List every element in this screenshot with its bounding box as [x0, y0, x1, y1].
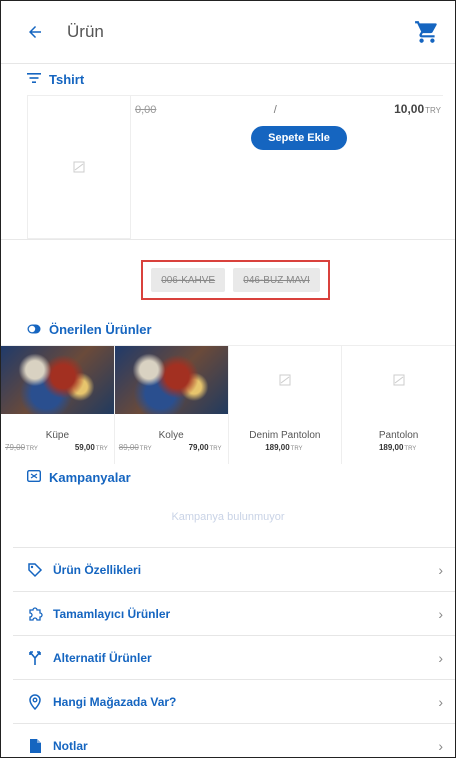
- chevron-right-icon: ›: [438, 605, 443, 622]
- artwork-image: [1, 346, 114, 414]
- product-thumbnail: [229, 346, 342, 414]
- suggested-item-name: Kolye: [158, 430, 184, 441]
- menu-label: Hangi Mağazada Var?: [53, 694, 177, 709]
- chevron-right-icon: ›: [438, 737, 443, 754]
- page-title: Ürün: [67, 22, 104, 41]
- campaigns-section-header: Kampanyalar: [1, 464, 455, 493]
- chevron-right-icon: ›: [438, 649, 443, 666]
- image-placeholder-icon: [279, 374, 291, 386]
- suggested-item[interactable]: Kolye 89,00TRY 79,00TRY: [114, 346, 229, 464]
- campaigns-empty-message: Kampanya bulunmuyor: [171, 511, 285, 523]
- menu-item-product-features[interactable]: Ürün Özellikleri ›: [13, 548, 455, 592]
- price-separator: /: [273, 104, 277, 116]
- image-placeholder-icon: [73, 161, 85, 173]
- menu-item-notes[interactable]: Notlar ›: [13, 724, 455, 757]
- product-name: Tshirt: [49, 72, 85, 87]
- filter-icon: [27, 72, 41, 87]
- variant-chip[interactable]: 006-KAHVE: [151, 268, 226, 292]
- variant-chip[interactable]: 046-BUZ MAVI: [233, 268, 320, 292]
- suggested-item[interactable]: Denim Pantolon 189,00TRY: [229, 346, 343, 464]
- product-section-header[interactable]: Tshirt: [1, 64, 455, 95]
- suggested-item-name: Küpe: [45, 430, 70, 441]
- price-line: 0,00 / 10,00TRY: [131, 96, 443, 116]
- location-pin-icon: [29, 693, 41, 710]
- product-thumbnail: [342, 346, 455, 414]
- tag-icon: [28, 562, 43, 577]
- note-icon: [30, 738, 41, 753]
- current-price: 10,00TRY: [394, 102, 441, 116]
- menu-item-alternative-products[interactable]: Alternatif Ürünler ›: [13, 636, 455, 680]
- suggested-title: Önerilen Ürünler: [49, 322, 152, 337]
- product-thumbnail: [114, 346, 228, 414]
- menu-label: Alternatif Ürünler: [53, 650, 152, 665]
- variant-selector: 006-KAHVE 046-BUZ MAVI: [141, 260, 330, 300]
- suggested-item[interactable]: Küpe 79,00TRY 59,00TRY: [1, 346, 115, 464]
- variants-area: 006-KAHVE 046-BUZ MAVI: [1, 239, 455, 314]
- suggested-products: Küpe 79,00TRY 59,00TRY Kolye 89,00TRY 79…: [1, 345, 455, 464]
- product-thumbnail: [1, 346, 114, 414]
- menu-item-store-availability[interactable]: Hangi Mağazada Var? ›: [13, 680, 455, 724]
- suggested-item-name: Denim Pantolon: [249, 430, 321, 441]
- menu-label: Notlar: [53, 738, 88, 753]
- puzzle-icon: [29, 606, 43, 621]
- toggle-icon: [27, 322, 41, 337]
- artwork-image: [114, 346, 228, 414]
- detail-menu: Ürün Özellikleri › Tamamlayıcı Ürünler ›…: [13, 547, 455, 757]
- add-to-cart-button[interactable]: Sepete Ekle: [251, 126, 347, 150]
- campaigns-title: Kampanyalar: [49, 470, 131, 485]
- chevron-right-icon: ›: [438, 561, 443, 578]
- menu-item-complementary-products[interactable]: Tamamlayıcı Ürünler ›: [13, 592, 455, 636]
- product-info: 0,00 / 10,00TRY Sepete Ekle: [131, 95, 443, 238]
- suggested-item-prices: 189,00TRY: [378, 443, 417, 452]
- app-frame: Ürün Tshirt 0,00 / 10,00TRY Sepete Ekle …: [0, 0, 456, 758]
- arrow-left-icon[interactable]: [21, 18, 49, 46]
- campaign-icon: [26, 469, 42, 485]
- suggested-item-prices: 189,00TRY: [265, 443, 303, 452]
- suggested-item[interactable]: Pantolon 189,00TRY: [342, 346, 455, 464]
- suggested-item-prices: 79,00TRY 59,00TRY: [5, 443, 108, 452]
- suggested-item-prices: 89,00TRY 79,00TRY: [118, 443, 222, 452]
- old-price: 0,00: [135, 104, 157, 116]
- image-placeholder-icon: [393, 374, 405, 386]
- fork-icon: [29, 650, 41, 665]
- menu-label: Tamamlayıcı Ürünler: [53, 606, 171, 621]
- chevron-right-icon: ›: [438, 693, 443, 710]
- top-bar: Ürün: [1, 1, 455, 63]
- product-row: 0,00 / 10,00TRY Sepete Ekle: [1, 95, 455, 239]
- product-image: [27, 95, 131, 239]
- suggested-section-header: Önerilen Ürünler: [1, 314, 455, 345]
- cart-icon[interactable]: [413, 18, 441, 46]
- menu-label: Ürün Özellikleri: [53, 562, 142, 577]
- suggested-item-name: Pantolon: [378, 430, 419, 441]
